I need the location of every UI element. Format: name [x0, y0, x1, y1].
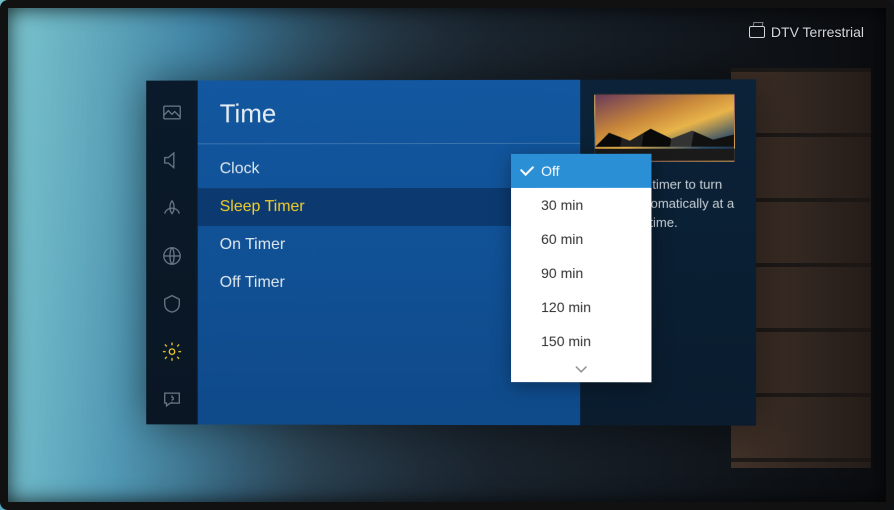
settings-osd-panel: Time Clock Sleep Timer On Timer Off Time… — [146, 79, 756, 425]
sound-icon[interactable] — [158, 146, 186, 174]
divider — [198, 143, 580, 145]
source-label: DTV Terrestrial — [771, 24, 864, 40]
support-icon[interactable] — [158, 386, 186, 414]
network-icon[interactable] — [158, 242, 186, 270]
page-title: Time — [198, 94, 580, 144]
option-150[interactable]: 150 min — [511, 324, 651, 358]
option-60[interactable]: 60 min — [511, 222, 651, 256]
sleep-timer-dropdown: Off 30 min 60 min 90 min 120 min 150 min — [511, 154, 651, 383]
option-off[interactable]: Off — [511, 154, 651, 188]
option-90[interactable]: 90 min — [511, 256, 651, 290]
system-icon[interactable] — [158, 290, 186, 318]
option-120[interactable]: 120 min — [511, 290, 651, 324]
chevron-down-icon[interactable] — [511, 358, 651, 382]
settings-icon[interactable] — [158, 338, 186, 366]
picture-icon[interactable] — [158, 99, 186, 127]
preview-thumbnail — [594, 93, 735, 161]
submenu-column: Time Clock Sleep Timer On Timer Off Time… — [198, 80, 580, 426]
category-rail — [146, 81, 198, 425]
option-30[interactable]: 30 min — [511, 188, 651, 222]
broadcast-icon[interactable] — [158, 194, 186, 222]
tv-icon — [749, 26, 765, 38]
source-status-badge: DTV Terrestrial — [749, 24, 864, 40]
